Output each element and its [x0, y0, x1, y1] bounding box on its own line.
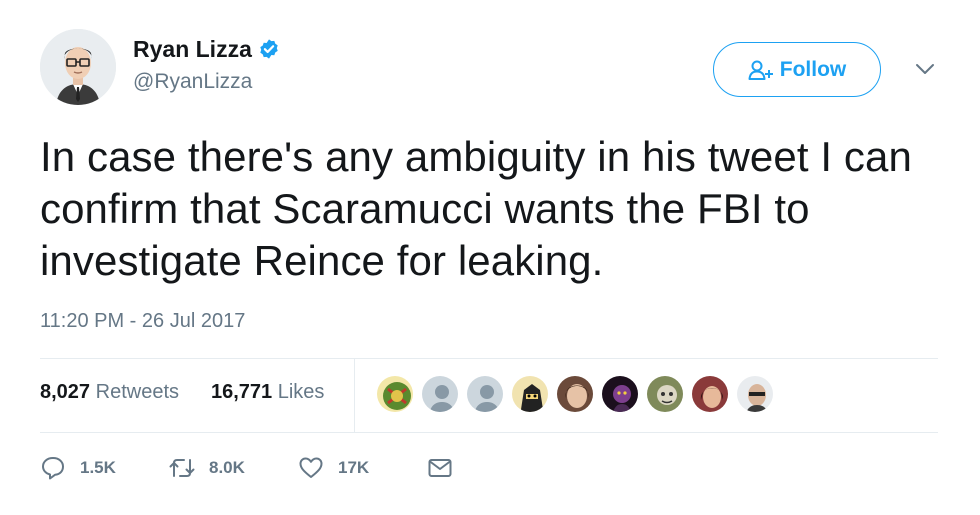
tweet-timestamp[interactable]: 11:20 PM - 26 Jul 2017 [40, 310, 245, 333]
cartoon-portrait-avatar-icon [40, 29, 116, 105]
retweet-button[interactable]: 8.0K [169, 450, 245, 486]
liker-avatar-photo-icon[interactable] [735, 374, 775, 414]
retweets-count: 8,027 [40, 381, 91, 403]
liker-avatar-green-emblem-icon[interactable] [375, 374, 415, 414]
liker-avatar-photo-icon[interactable] [690, 374, 730, 414]
liker-avatar-photo-icon[interactable] [645, 374, 685, 414]
liker-avatar-default-icon[interactable] [465, 374, 505, 414]
reply-icon [42, 457, 64, 480]
display-name[interactable]: Ryan Lizza [133, 36, 252, 63]
heart-icon [299, 457, 323, 478]
likes-count: 16,771 [211, 381, 273, 403]
likes-label: Likes [277, 381, 325, 403]
direct-message-button[interactable] [427, 450, 467, 486]
liker-avatar-cartoon-icon[interactable] [510, 374, 550, 414]
liker-avatar-dark-icon[interactable] [600, 374, 640, 414]
retweets-stat[interactable]: 8,027 Retweets [40, 381, 179, 404]
tweet-card: Ryan Lizza @RyanLizza Follow In case the… [0, 0, 980, 515]
user-handle[interactable]: @RyanLizza [133, 70, 280, 94]
user-name-block[interactable]: Ryan Lizza @RyanLizza [133, 34, 280, 94]
divider-bottom [40, 432, 938, 433]
stats-separator [354, 359, 355, 432]
like-count: 17K [338, 458, 370, 477]
chevron-down-icon[interactable] [914, 60, 936, 78]
liker-avatar-default-icon[interactable] [420, 374, 460, 414]
like-button[interactable]: 17K [298, 450, 369, 486]
retweets-label: Retweets [95, 381, 179, 403]
tweet-text: In case there's any ambiguity in his twe… [40, 133, 912, 284]
follow-button[interactable]: Follow [713, 42, 881, 97]
follow-button-label: Follow [779, 57, 847, 81]
reply-count: 1.5K [80, 458, 116, 477]
add-user-icon [748, 60, 773, 80]
verified-badge-icon [260, 39, 278, 59]
retweet-icon [169, 459, 195, 477]
user-avatar[interactable] [40, 29, 116, 105]
liker-avatar-photo-icon[interactable] [555, 374, 595, 414]
tweet-stats: 8,027 Retweets 16,771 Likes [40, 359, 938, 432]
likes-stat[interactable]: 16,771 Likes [211, 381, 324, 404]
message-icon [428, 459, 452, 477]
reply-button[interactable]: 1.5K [40, 450, 116, 486]
name-row: Ryan Lizza [133, 34, 280, 64]
retweet-count: 8.0K [209, 458, 245, 477]
